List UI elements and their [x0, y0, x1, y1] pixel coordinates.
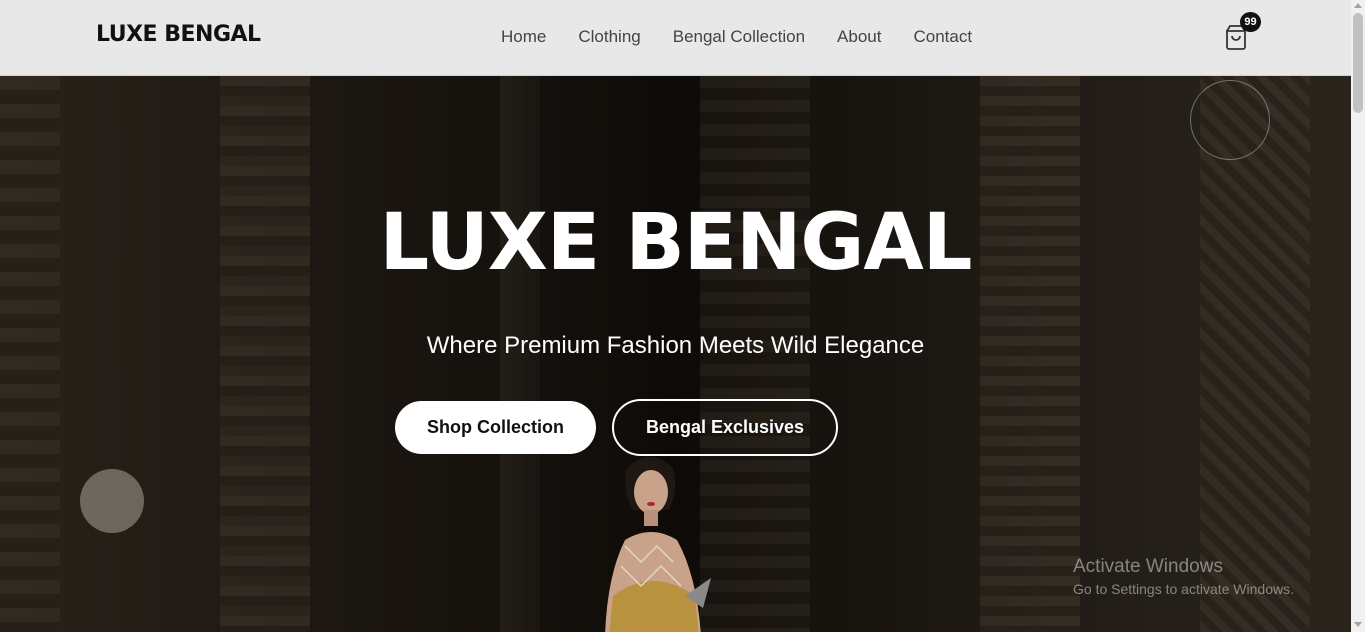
shop-collection-button[interactable]: Shop Collection	[395, 401, 596, 454]
hero-section: LUXE BENGAL Where Premium Fashion Meets …	[0, 76, 1351, 632]
nav-bengal-collection[interactable]: Bengal Collection	[673, 27, 805, 47]
hero-model-image	[605, 457, 711, 632]
site-logo[interactable]: LUXE BENGAL	[96, 22, 261, 47]
hero-subtitle: Where Premium Fashion Meets Wild Eleganc…	[426, 332, 925, 359]
scroll-up-arrow-icon[interactable]	[1354, 3, 1362, 8]
decorative-ring	[1190, 80, 1270, 160]
watermark-title: Activate Windows	[1073, 556, 1223, 577]
main-nav: Home Clothing Bengal Collection About Co…	[501, 27, 972, 47]
cart-count-badge: 99	[1240, 12, 1261, 32]
watermark-subtitle: Go to Settings to activate Windows.	[1073, 581, 1294, 597]
bengal-exclusives-button[interactable]: Bengal Exclusives	[612, 399, 838, 456]
nav-clothing[interactable]: Clothing	[578, 27, 640, 47]
hero-title: LUXE BENGAL	[379, 198, 973, 288]
nav-about[interactable]: About	[837, 27, 881, 47]
scroll-down-arrow-icon[interactable]	[1354, 622, 1362, 627]
nav-home[interactable]: Home	[501, 27, 546, 47]
nav-contact[interactable]: Contact	[913, 27, 972, 47]
scrollbar-thumb[interactable]	[1353, 13, 1363, 113]
site-header: LUXE BENGAL Home Clothing Bengal Collect…	[0, 0, 1351, 76]
activate-windows-watermark: Activate Windows Go to Settings to activ…	[1073, 556, 1294, 597]
page-scrollbar[interactable]	[1351, 0, 1365, 632]
decorative-circle	[80, 469, 144, 533]
